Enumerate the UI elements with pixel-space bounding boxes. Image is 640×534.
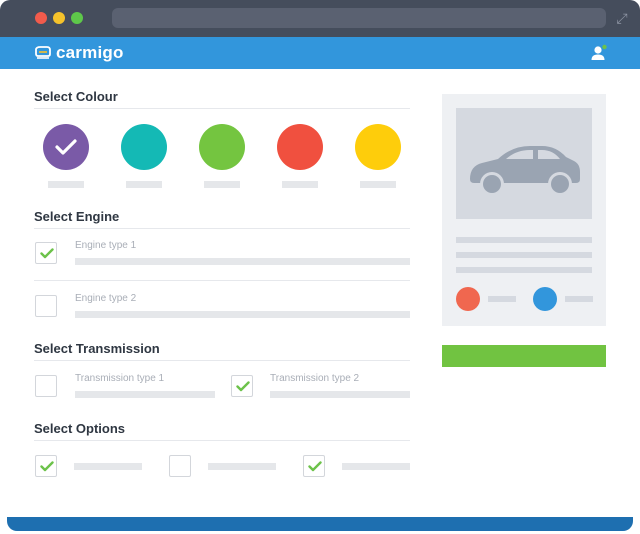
preview-colour-dot [533, 287, 557, 311]
section-title-options: Select Options [34, 421, 126, 436]
divider [34, 228, 410, 229]
colour-swatch-red[interactable] [277, 124, 323, 170]
spec-line-placeholder [456, 267, 592, 273]
transmission-1-checkbox[interactable] [35, 375, 57, 397]
option-3-checkbox[interactable] [303, 455, 325, 477]
divider [34, 108, 410, 109]
logo-car-icon [35, 46, 51, 59]
transmission-1-label: Transmission type 1 [75, 373, 165, 384]
divider [34, 440, 410, 441]
transmission-2-label: Transmission type 2 [270, 373, 360, 384]
section-title-colour: Select Colour [34, 89, 118, 104]
close-window-dot[interactable] [35, 12, 47, 24]
engine-2-description-placeholder [75, 311, 410, 318]
preview-colour-label-placeholder [565, 296, 593, 302]
swatch-label-placeholder [360, 181, 396, 188]
browser-chrome: ⤢ [0, 0, 640, 37]
car-icon [470, 146, 580, 196]
colour-swatch-teal[interactable] [121, 124, 167, 170]
option-1-label-placeholder [74, 463, 142, 470]
transmission-2-description-placeholder [270, 391, 410, 398]
option-2-label-placeholder [208, 463, 276, 470]
divider [34, 280, 410, 281]
preview-colour-label-placeholder [488, 296, 516, 302]
bottom-bar [7, 517, 633, 531]
car-preview-panel [442, 94, 606, 326]
minimize-window-dot[interactable] [53, 12, 65, 24]
colour-swatch-green[interactable] [199, 124, 245, 170]
engine-2-checkbox[interactable] [35, 295, 57, 317]
confirm-button[interactable] [442, 345, 606, 367]
swatch-label-placeholder [48, 181, 84, 188]
engine-2-label: Engine type 2 [75, 293, 137, 304]
section-title-transmission: Select Transmission [34, 341, 160, 356]
option-2-checkbox[interactable] [169, 455, 191, 477]
checkmark-icon [55, 139, 77, 155]
app-header: carmigo [0, 37, 640, 69]
logo[interactable]: carmigo [34, 44, 124, 62]
spec-line-placeholder [456, 237, 592, 243]
expand-icon[interactable]: ⤢ [614, 10, 630, 26]
option-3-label-placeholder [342, 463, 410, 470]
section-title-engine: Select Engine [34, 209, 120, 224]
swatch-label-placeholder [282, 181, 318, 188]
logo-text: carmigo [56, 43, 124, 62]
swatch-label-placeholder [204, 181, 240, 188]
preview-colour-dot [456, 287, 480, 311]
checkmark-icon [308, 461, 322, 472]
user-avatar-icon[interactable] [590, 44, 608, 62]
car-preview-image [456, 108, 592, 219]
engine-1-description-placeholder [75, 258, 410, 265]
transmission-2-checkbox[interactable] [231, 375, 253, 397]
option-1-checkbox[interactable] [35, 455, 57, 477]
divider [34, 360, 410, 361]
engine-1-checkbox[interactable] [35, 242, 57, 264]
checkmark-icon [40, 248, 54, 259]
transmission-1-description-placeholder [75, 391, 215, 398]
checkmark-icon [40, 461, 54, 472]
checkmark-icon [236, 381, 250, 392]
colour-swatch-yellow[interactable] [355, 124, 401, 170]
colour-swatch-purple[interactable] [43, 124, 89, 170]
spec-line-placeholder [456, 252, 592, 258]
swatch-label-placeholder [126, 181, 162, 188]
engine-1-label: Engine type 1 [75, 240, 137, 251]
maximize-window-dot[interactable] [71, 12, 83, 24]
address-bar[interactable] [112, 8, 606, 28]
